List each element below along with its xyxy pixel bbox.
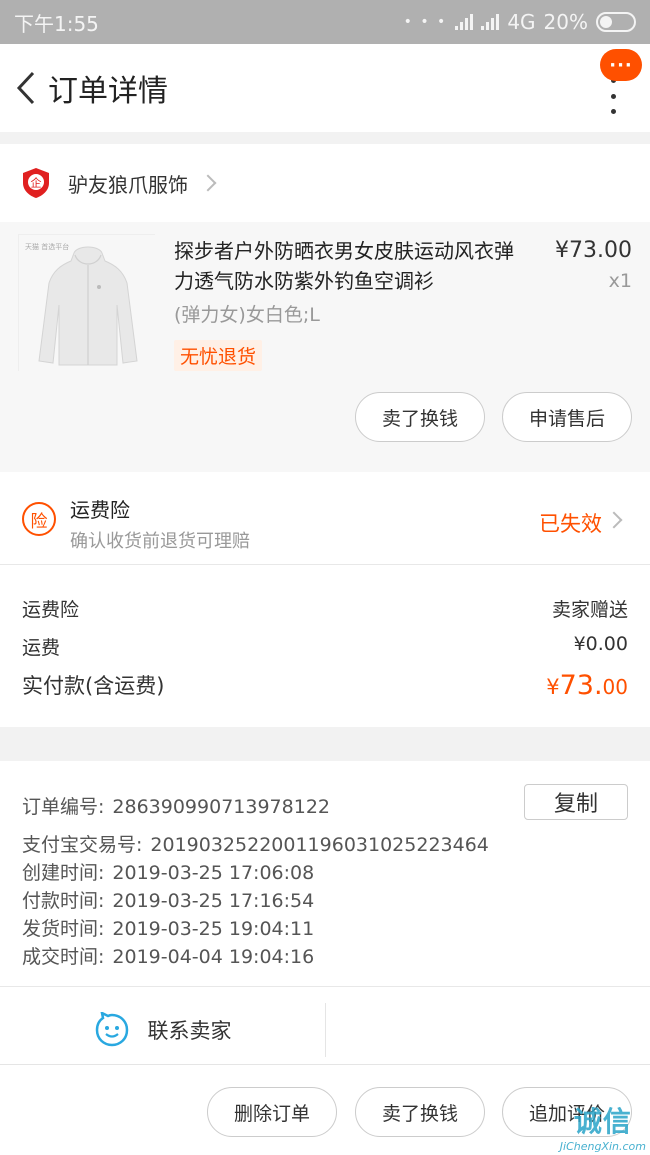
more-menu-icon[interactable] [608,78,618,114]
chat-smile-icon [95,1012,128,1047]
shipping-insurance-row[interactable]: 险 运费险 确认收货前退货可理赔 已失效 [0,472,650,564]
signal-icon [455,14,474,30]
info-label: 付款时间: [22,890,105,912]
divider [325,1003,326,1057]
page-title: 订单详情 [48,74,168,109]
total-currency: ¥ [546,675,560,699]
insurance-title: 运费险 [70,498,130,522]
fee-label: 运费险 [22,599,80,621]
watermark-text: JiChengXin.com [559,1140,646,1153]
order-number-row: 订单编号: 286390990713978122 [22,792,330,819]
notification-dots-icon: • • • [403,14,448,30]
completed-time-row: 成交时间: 2019-04-04 19:04:16 [22,942,314,969]
contact-seller-button[interactable]: 联系卖家 [0,987,325,1073]
created-time-row: 创建时间: 2019-03-25 17:06:08 [22,858,314,885]
fee-value: ¥0.00 [573,633,628,655]
total-label: 实付款(含运费) [22,674,165,698]
signal-icon [481,14,500,30]
shop-row[interactable]: 企 驴友狼爪服饰 [0,144,650,222]
bottom-action-bar: 删除订单 卖了换钱 追加评价 诚信 JiChengXin.com [0,1064,650,1155]
product-price: ¥73.00 [555,238,632,263]
info-label: 支付宝交易号: [22,834,143,856]
insurance-icon: 险 [22,502,56,536]
chevron-right-icon [199,174,217,192]
shop-shield-icon: 企 [23,168,49,198]
completed-time: 2019-04-04 19:04:16 [112,946,315,968]
battery-icon [596,12,636,32]
info-label: 成交时间: [22,946,105,968]
contact-seller-label: 联系卖家 [147,1019,232,1043]
status-indicators: • • • 4G 20% [404,10,636,34]
insurance-status: 已失效 [539,512,602,536]
back-arrow-icon[interactable] [6,68,46,108]
order-info: 订单编号: 286390990713978122 复制 支付宝交易号: 201903… [0,761,650,986]
created-time: 2019-03-25 17:06:08 [112,862,315,884]
paid-time: 2019-03-25 17:16:54 [112,890,315,912]
insurance-subtitle: 确认收货前退货可理赔 [70,531,250,552]
delete-order-button[interactable]: 删除订单 [207,1087,337,1137]
sell-button[interactable]: 卖了换钱 [355,392,485,442]
shipped-time-row: 发货时间: 2019-03-25 19:04:11 [22,914,314,941]
alipay-number: 2019032522001196031025223464 [150,834,489,856]
paid-time-row: 付款时间: 2019-03-25 17:16:54 [22,886,314,913]
sell-button[interactable]: 卖了换钱 [355,1087,485,1137]
status-time: 下午1:55 [14,11,99,36]
shipped-time: 2019-03-25 19:04:11 [112,918,315,940]
total-integer: 73. [559,670,603,701]
info-label: 发货时间: [22,918,105,940]
return-tag: 无忧退货 [174,340,263,371]
total-amount: ¥73.00 [546,670,628,701]
fee-value: 卖家赠送 [551,599,628,621]
chevron-right-icon [605,511,623,529]
watermark-logo: 诚信 [573,1105,632,1138]
product-sku: (弹力女)女白色;L [174,304,320,326]
status-bar: 下午1:55 • • • 4G 20% [0,0,650,44]
total-decimal: 00 [602,675,628,699]
info-label: 创建时间: [22,862,105,884]
order-number: 286390990713978122 [112,796,330,818]
message-bubble-icon[interactable]: ··· [600,49,642,81]
network-type: 4G [507,10,536,34]
product-image-caption: 天猫 首选平台 [25,242,69,251]
copy-button[interactable]: 复制 [524,784,628,820]
fee-label: 运费 [22,637,61,659]
total-row: 实付款(含运费) ¥73.00 [22,670,628,701]
shop-name: 驴友狼爪服饰 [68,172,188,197]
fee-summary: 运费险 卖家赠送 运费 ¥0.00 实付款(含运费) ¥73.00 [0,564,650,727]
watermark: 诚信 JiChengXin.com [560,1100,646,1153]
after-sale-button[interactable]: 申请售后 [502,392,632,442]
battery-level: 20% [543,10,588,34]
product-title[interactable]: 探步者户外防晒衣男女皮肤运动风衣弹力透气防水防紫外钓鱼空调衫 [174,236,530,296]
contact-section: 联系卖家 [0,986,650,1073]
fee-row: 运费险 卖家赠送 [22,595,628,622]
info-label: 订单编号: [22,796,105,818]
nav-header: 订单详情 ··· [0,44,650,132]
fee-row: 运费 ¥0.00 [22,633,628,660]
product-quantity: x1 [608,270,632,292]
product-image[interactable]: 天猫 首选平台 [18,234,156,372]
alipay-number-row: 支付宝交易号: 2019032522001196031025223464 [22,830,489,857]
shop-badge-text: 企 [31,176,42,190]
